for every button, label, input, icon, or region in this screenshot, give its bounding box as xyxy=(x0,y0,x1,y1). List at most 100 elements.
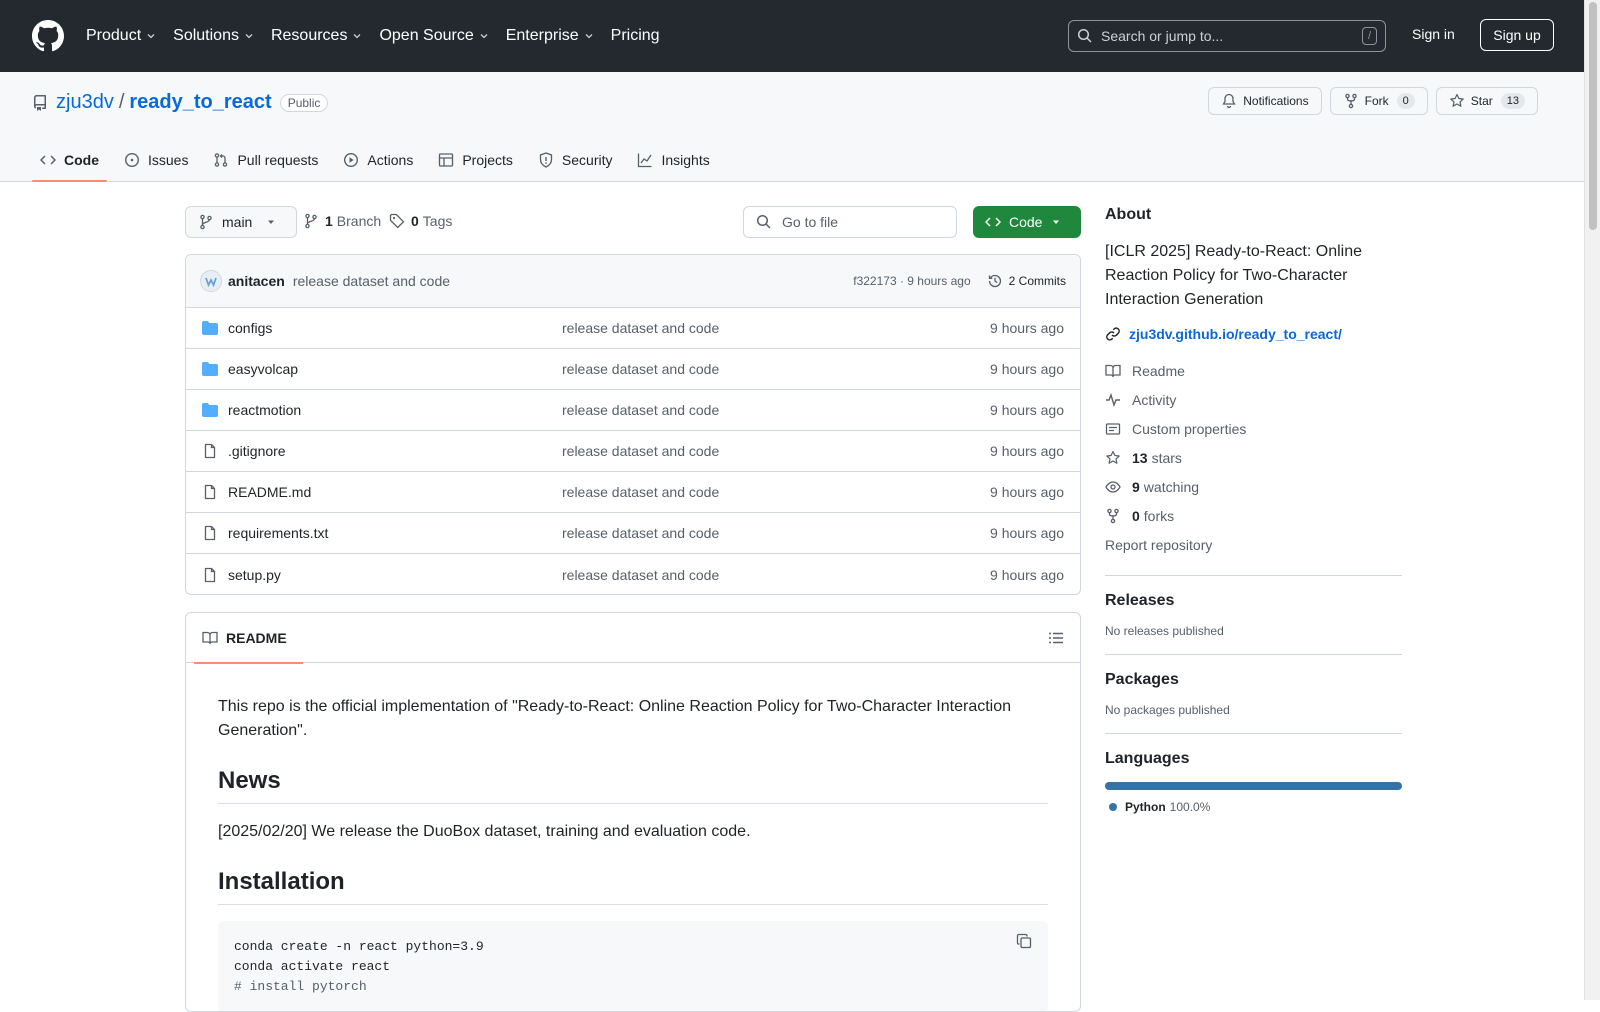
nav-open-source[interactable]: Open Source xyxy=(379,27,489,45)
file-name-link[interactable]: .gitignore xyxy=(228,443,562,459)
file-icon xyxy=(202,484,218,500)
activity-link[interactable]: Activity xyxy=(1105,385,1402,414)
report-repository-label: Report repository xyxy=(1105,536,1213,553)
file-commit-message[interactable]: release dataset and code xyxy=(562,402,719,418)
forks-count: 0 xyxy=(1132,507,1140,524)
homepage-link[interactable]: zju3dv.github.io/ready_to_react/ xyxy=(1105,326,1402,342)
report-repository-link[interactable]: Report repository xyxy=(1105,530,1402,559)
stars-label: stars xyxy=(1151,449,1182,466)
repo-description: [ICLR 2025] Ready-to-React: Online React… xyxy=(1105,243,1363,308)
file-row[interactable]: requirements.txt release dataset and code… xyxy=(186,513,1080,554)
nav-product[interactable]: Product xyxy=(86,27,157,45)
file-row[interactable]: .gitignore release dataset and code 9 hour… xyxy=(186,431,1080,472)
repo-name-link[interactable]: ready_to_react xyxy=(129,91,271,114)
avatar[interactable] xyxy=(200,270,222,292)
copy-icon[interactable] xyxy=(1016,933,1032,949)
tags-link[interactable]: 0 Tags xyxy=(389,213,452,229)
news-heading: News xyxy=(218,767,1048,804)
tab-code[interactable]: Code xyxy=(32,138,107,182)
star-icon xyxy=(1106,450,1120,464)
file-commit-message[interactable]: release dataset and code xyxy=(562,443,719,459)
sign-up-button[interactable]: Sign up xyxy=(1480,19,1554,51)
file-row[interactable]: reactmotion release dataset and code 9 hou… xyxy=(186,390,1080,431)
tab-pull-requests[interactable]: Pull requests xyxy=(205,138,326,182)
nav-pricing[interactable]: Pricing xyxy=(611,27,660,45)
commit-message-link[interactable]: release dataset and code xyxy=(293,273,450,289)
tab-insights[interactable]: Insights xyxy=(629,138,717,182)
page-scrollbar[interactable] xyxy=(1584,0,1600,1000)
sign-in-link[interactable]: Sign in xyxy=(1412,26,1455,42)
nav-pricing-label: Pricing xyxy=(610,27,660,44)
star-button[interactable]: Star 13 xyxy=(1435,87,1538,115)
file-name-link[interactable]: setup.py xyxy=(228,567,562,583)
packages-heading[interactable]: Packages xyxy=(1105,671,1402,689)
file-row[interactable]: README.md release dataset and code 9 hours… xyxy=(186,472,1080,513)
code-dropdown-button[interactable]: Code xyxy=(973,206,1081,238)
repo-header: zju3dv / ready_to_react Public Notificat… xyxy=(0,72,1584,182)
language-bar xyxy=(1105,782,1402,790)
watching-link[interactable]: 9 watching xyxy=(1105,472,1402,501)
code-comment-line: # install pytorch xyxy=(234,979,367,994)
file-commit-message[interactable]: release dataset and code xyxy=(562,567,719,583)
commit-hash-time[interactable]: f322173 · 9 hours ago xyxy=(853,274,970,288)
tab-actions[interactable]: Actions xyxy=(335,138,421,182)
book-icon xyxy=(1105,364,1121,377)
tab-projects[interactable]: Projects xyxy=(430,138,521,182)
releases-heading[interactable]: Releases xyxy=(1105,592,1402,610)
file-name-link[interactable]: README.md xyxy=(228,484,562,500)
file-name-link[interactable]: configs xyxy=(228,320,562,336)
custom-properties-label: Custom properties xyxy=(1132,420,1247,437)
list-unordered-icon[interactable] xyxy=(1048,630,1064,646)
notifications-button[interactable]: Notifications xyxy=(1208,87,1322,115)
repo-path-separator: / xyxy=(118,91,125,113)
file-name-link[interactable]: easyvolcap xyxy=(228,361,562,377)
github-logo-icon[interactable] xyxy=(32,20,64,52)
nav-solutions[interactable]: Solutions xyxy=(173,27,255,45)
file-name-link[interactable]: requirements.txt xyxy=(228,525,562,541)
file-name-link[interactable]: reactmotion xyxy=(228,402,562,418)
scrollbar-thumb[interactable] xyxy=(1589,2,1597,230)
file-commit-message[interactable]: release dataset and code xyxy=(562,484,719,500)
go-to-file-input[interactable]: Go to file xyxy=(743,206,957,238)
repo-owner-link[interactable]: zju3dv xyxy=(56,91,114,114)
readme-tab[interactable]: README xyxy=(194,613,303,664)
file-commit-message[interactable]: release dataset and code xyxy=(562,361,719,377)
branch-selector[interactable]: main xyxy=(185,206,298,238)
chevron-down-icon xyxy=(147,34,155,39)
folder-icon xyxy=(202,361,218,377)
readme-intro: This repo is the official implementation… xyxy=(218,698,1012,739)
file-commit-message[interactable]: release dataset and code xyxy=(562,320,719,336)
file-commit-time: 9 hours ago xyxy=(990,402,1064,418)
language-item[interactable]: Python 100.0% xyxy=(1105,800,1402,814)
search-icon xyxy=(1077,28,1092,43)
forks-link[interactable]: 0 forks xyxy=(1105,501,1402,530)
file-row[interactable]: setup.py release dataset and code 9 hours … xyxy=(186,554,1080,594)
nav-enterprise[interactable]: Enterprise xyxy=(506,27,595,45)
stars-link[interactable]: 13 stars xyxy=(1105,443,1402,472)
global-search-input[interactable]: Search or jump to... / xyxy=(1068,20,1386,52)
commits-link[interactable]: 2 Commits xyxy=(987,273,1066,289)
fork-icon xyxy=(1107,508,1119,523)
branch-name: main xyxy=(222,214,253,230)
tab-issues[interactable]: Issues xyxy=(116,138,196,182)
tab-security[interactable]: Security xyxy=(530,138,621,182)
branches-link[interactable]: 1 Branch xyxy=(303,213,381,229)
watching-label: watching xyxy=(1143,478,1200,495)
nav-resources[interactable]: Resources xyxy=(271,27,363,45)
forks-label: forks xyxy=(1143,507,1175,524)
search-shortcut-key: / xyxy=(1361,27,1377,45)
file-row[interactable]: easyvolcap release dataset and code 9 hour… xyxy=(186,349,1080,390)
chevron-down-icon xyxy=(480,34,488,39)
folder-icon xyxy=(202,320,218,336)
readme-link[interactable]: Readme xyxy=(1105,356,1402,385)
folder-icon xyxy=(202,402,218,418)
fork-button[interactable]: Fork 0 xyxy=(1329,87,1428,115)
file-row[interactable]: configs release dataset and code 9 hours a… xyxy=(186,308,1080,349)
commit-author-link[interactable]: anitacen xyxy=(228,273,285,289)
commits-count-label: 2 Commits xyxy=(1008,274,1066,288)
repo-title: zju3dv / ready_to_react Public xyxy=(32,91,329,114)
custom-properties-link[interactable]: Custom properties xyxy=(1105,414,1402,443)
pulse-icon xyxy=(1106,392,1120,407)
sidebar-divider xyxy=(1105,733,1402,734)
file-commit-message[interactable]: release dataset and code xyxy=(562,525,719,541)
